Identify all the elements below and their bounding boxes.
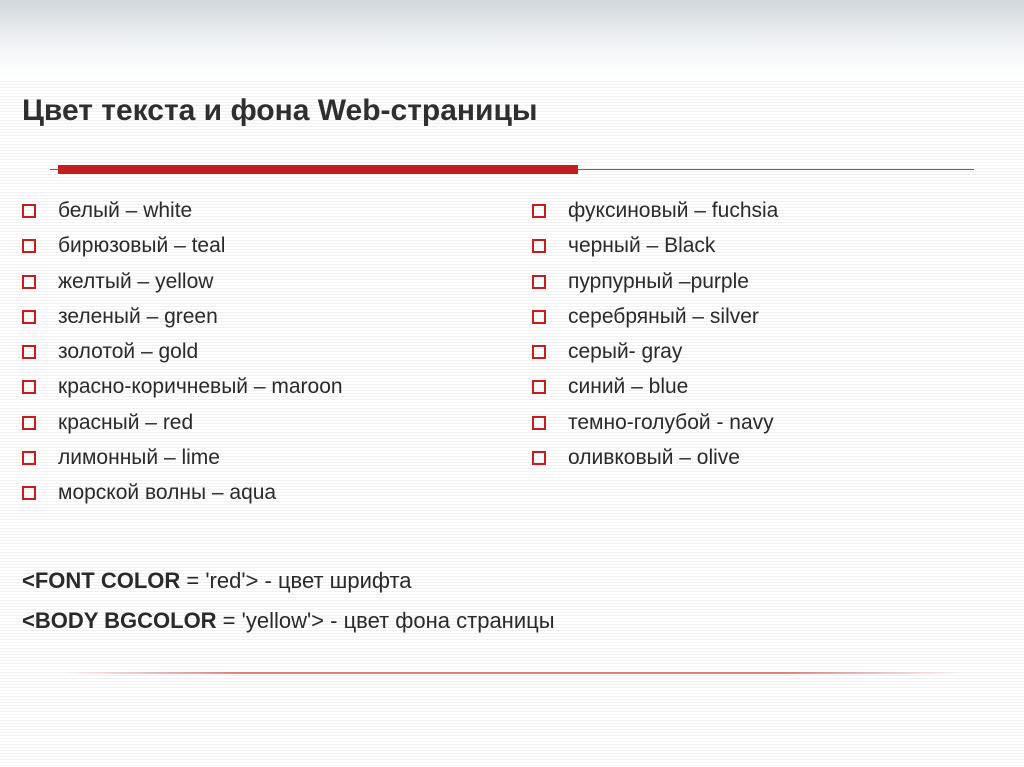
- right-column: фуксиновый – fuchsia черный – Black пурпур…: [532, 198, 1002, 515]
- list-item: золотой – gold: [22, 339, 532, 365]
- bullet-square-icon: [532, 345, 546, 359]
- body-bgcolor-example: <BODY BGCOLOR = 'yellow'> - цвет фона ст…: [22, 608, 555, 634]
- list-item: фуксиновый – fuchsia: [532, 198, 1002, 224]
- list-item: черный – Black: [532, 233, 1002, 259]
- bullet-square-icon: [532, 310, 546, 324]
- font-color-example: <FONT COLOR = 'red'> - цвет шрифта: [22, 568, 555, 594]
- list-item: лимонный – lime: [22, 445, 532, 471]
- bullet-square-icon: [22, 239, 36, 253]
- bullet-square-icon: [22, 486, 36, 500]
- bullet-square-icon: [22, 345, 36, 359]
- list-item-text: пурпурный –purple: [568, 269, 749, 295]
- list-item-text: фуксиновый – fuchsia: [568, 198, 778, 224]
- list-item-text: красно-коричневый – maroon: [58, 374, 343, 400]
- body-bgcolor-desc: = 'yellow'> - цвет фона страницы: [217, 608, 555, 633]
- list-item-text: серый- gray: [568, 339, 682, 365]
- bullet-square-icon: [22, 310, 36, 324]
- title-underline: [50, 164, 974, 176]
- list-item: темно-голубой - navy: [532, 410, 1002, 436]
- body-bgcolor-tag: <BODY BGCOLOR: [22, 608, 217, 633]
- list-item: красно-коричневый – maroon: [22, 374, 532, 400]
- list-item-text: темно-голубой - navy: [568, 410, 774, 436]
- list-item-text: синий – blue: [568, 374, 688, 400]
- columns: белый – white бирюзовый – teal желтый – ye…: [22, 198, 1002, 515]
- list-item-text: бирюзовый – teal: [58, 233, 225, 259]
- bullet-square-icon: [532, 275, 546, 289]
- left-column: белый – white бирюзовый – teal желтый – ye…: [22, 198, 532, 515]
- list-item-text: черный – Black: [568, 233, 715, 259]
- list-item: желтый – yellow: [22, 269, 532, 295]
- bullet-square-icon: [22, 451, 36, 465]
- bullet-square-icon: [22, 416, 36, 430]
- list-item-text: лимонный – lime: [58, 445, 220, 471]
- bullet-square-icon: [22, 275, 36, 289]
- bullet-square-icon: [22, 380, 36, 394]
- bullet-square-icon: [532, 204, 546, 218]
- list-item-text: оливковый – olive: [568, 445, 740, 471]
- list-item: синий – blue: [532, 374, 1002, 400]
- list-item: морской волны – aqua: [22, 480, 532, 506]
- code-examples: <FONT COLOR = 'red'> - цвет шрифта <BODY…: [22, 568, 555, 648]
- list-item-text: красный – red: [58, 410, 193, 436]
- list-item: белый – white: [22, 198, 532, 224]
- bullet-square-icon: [532, 380, 546, 394]
- font-color-desc: = 'red'> - цвет шрифта: [180, 568, 411, 593]
- list-item-text: зеленый – green: [58, 304, 218, 330]
- bullet-square-icon: [22, 204, 36, 218]
- list-item: пурпурный –purple: [532, 269, 1002, 295]
- list-item-text: морской волны – aqua: [58, 480, 276, 506]
- list-item: зеленый – green: [22, 304, 532, 330]
- list-item: оливковый – olive: [532, 445, 1002, 471]
- list-item: красный – red: [22, 410, 532, 436]
- slide: Цвет текста и фона Web-страницы белый – …: [0, 0, 1024, 767]
- font-color-tag: <FONT COLOR: [22, 568, 180, 593]
- list-item: серый- gray: [532, 339, 1002, 365]
- bottom-divider: [62, 672, 962, 674]
- bullet-square-icon: [532, 451, 546, 465]
- content-area: белый – white бирюзовый – teal желтый – ye…: [22, 198, 1002, 515]
- list-item-text: желтый – yellow: [58, 269, 213, 295]
- bullet-square-icon: [532, 416, 546, 430]
- list-item-text: золотой – gold: [58, 339, 198, 365]
- bullet-square-icon: [532, 239, 546, 253]
- slide-title: Цвет текста и фона Web-страницы: [22, 94, 538, 128]
- list-item-text: белый – white: [58, 198, 192, 224]
- list-item-text: серебряный – silver: [568, 304, 759, 330]
- underline-thick: [58, 165, 578, 174]
- list-item: бирюзовый – teal: [22, 233, 532, 259]
- list-item: серебряный – silver: [532, 304, 1002, 330]
